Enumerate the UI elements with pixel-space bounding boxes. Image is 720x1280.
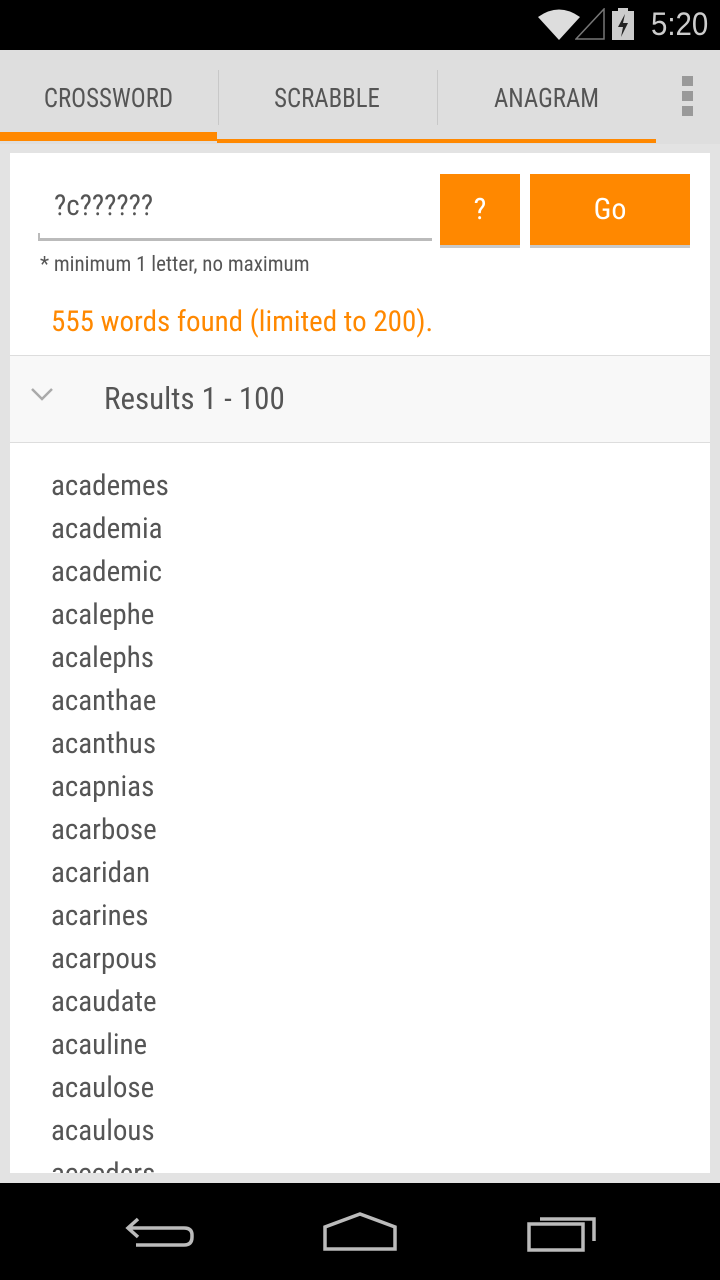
word-item[interactable]: acaulose: [51, 1067, 169, 1110]
tab-divider: [437, 70, 438, 125]
tab-divider: [218, 70, 219, 125]
search-card: ? Go * minimum 1 letter, no maximum 555 …: [10, 153, 710, 1173]
results-group-title: Results 1 - 100: [104, 380, 285, 417]
word-item[interactable]: academes: [51, 465, 169, 508]
word-item[interactable]: acarpous: [51, 938, 169, 981]
active-tab-indicator: [0, 132, 217, 141]
help-button[interactable]: ?: [440, 174, 520, 248]
word-item[interactable]: acalephs: [51, 637, 169, 680]
go-button[interactable]: Go: [530, 174, 690, 248]
input-hint: * minimum 1 letter, no maximum: [40, 253, 310, 277]
word-item[interactable]: acaridan: [51, 852, 169, 895]
word-item[interactable]: acceders: [51, 1153, 169, 1173]
word-item[interactable]: acanthus: [51, 723, 169, 766]
clock: 5:20: [650, 6, 708, 42]
tab-underline: [217, 139, 656, 143]
word-item[interactable]: acaulous: [51, 1110, 169, 1153]
word-item[interactable]: acarines: [51, 895, 169, 938]
overflow-menu-icon[interactable]: [682, 76, 693, 121]
result-summary: 555 words found (limited to 200).: [51, 305, 434, 339]
wifi-icon: [538, 9, 580, 40]
tab-scrabble[interactable]: SCRABBLE: [227, 50, 428, 144]
word-item[interactable]: acalephe: [51, 594, 169, 637]
battery-charging-icon: [612, 8, 634, 40]
word-item[interactable]: acapnias: [51, 766, 169, 809]
home-icon[interactable]: [322, 1211, 398, 1253]
word-item[interactable]: acaudate: [51, 981, 169, 1024]
recent-apps-icon[interactable]: [526, 1211, 598, 1253]
word-item[interactable]: academia: [51, 508, 169, 551]
word-item[interactable]: acarbose: [51, 809, 169, 852]
back-icon[interactable]: [124, 1211, 196, 1253]
word-item[interactable]: academic: [51, 551, 169, 594]
tab-anagram[interactable]: ANAGRAM: [446, 50, 647, 144]
pattern-input[interactable]: [38, 173, 432, 241]
status-bar: 5:20: [0, 0, 720, 50]
results-group-header[interactable]: Results 1 - 100: [10, 355, 710, 443]
word-item[interactable]: acanthae: [51, 680, 169, 723]
word-item[interactable]: acauline: [51, 1024, 169, 1067]
tab-crossword[interactable]: CROSSWORD: [9, 50, 209, 144]
chevron-down-icon: [31, 388, 53, 401]
signal-icon: [575, 8, 605, 40]
word-list: academes academia academic acalephe acalephs…: [51, 465, 169, 1173]
tab-bar: CROSSWORD SCRABBLE ANAGRAM: [0, 50, 720, 144]
navigation-bar: [0, 1183, 720, 1280]
